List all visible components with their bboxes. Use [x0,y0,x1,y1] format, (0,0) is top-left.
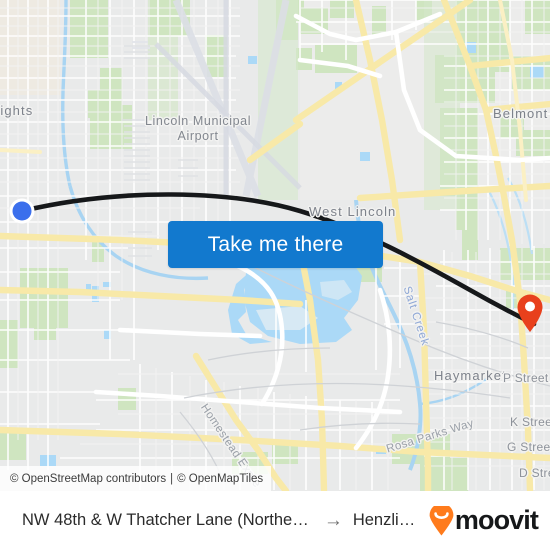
trip-destination-label: Henzlik ... [352,511,421,529]
attribution-osm[interactable]: © OpenStreetMap contributors [10,473,166,485]
take-me-there-button[interactable]: Take me there [168,221,383,268]
arrow-right-icon: → [323,511,343,530]
trip-origin-label: NW 48th & W Thatcher Lane (Northeast ... [22,511,314,529]
moovit-logo[interactable]: moovit [429,505,539,536]
map-canvas[interactable]: eights Lincoln Municipal Airport Belmont… [0,0,550,491]
trip-footer-bar: NW 48th & W Thatcher Lane (Northeast ...… [0,491,550,550]
attribution-separator: | [170,472,174,485]
trip-summary: NW 48th & W Thatcher Lane (Northeast ...… [22,511,421,530]
moovit-pin-smile-icon [429,505,454,535]
moovit-wordmark: moovit [454,505,539,535]
moovit-trip-map-screen: eights Lincoln Municipal Airport Belmont… [0,0,550,550]
map-attribution: © OpenStreetMap contributors | © OpenMap… [0,466,272,491]
attribution-openmaptiles[interactable]: © OpenMapTiles [177,473,263,485]
